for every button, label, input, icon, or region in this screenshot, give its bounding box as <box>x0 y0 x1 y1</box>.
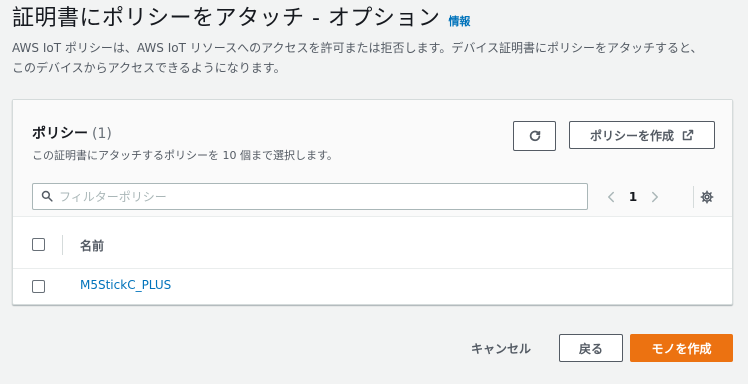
policies-card-header: ポリシー (1) この証明書にアタッチするポリシーを 10 個まで選択します。 ポ… <box>13 100 732 217</box>
info-link[interactable]: 情報 <box>448 13 470 29</box>
back-button[interactable]: 戻る <box>559 334 623 362</box>
create-thing-button[interactable]: モノを作成 <box>630 334 733 362</box>
refresh-button[interactable] <box>513 121 556 151</box>
chevron-right-icon <box>652 191 658 203</box>
description-line-2: このデバイスからアクセスできるようになります。 <box>12 61 286 75</box>
cancel-button[interactable]: キャンセル <box>460 334 542 362</box>
description-line-1: AWS IoT ポリシーは、AWS IoT リソースへのアクセスを許可または拒否… <box>12 41 703 55</box>
row-divider <box>13 268 732 269</box>
previous-page-button[interactable] <box>603 187 619 207</box>
policies-card: ポリシー (1) この証明書にアタッチするポリシーを 10 個まで選択します。 ポ… <box>12 99 733 305</box>
filter-policies-input[interactable] <box>59 184 587 209</box>
column-header-name: 名前 <box>80 239 105 253</box>
refresh-icon <box>528 128 542 145</box>
row-checkbox[interactable] <box>32 280 45 293</box>
policies-subtitle: この証明書にアタッチするポリシーを 10 個まで選択します。 <box>32 149 338 162</box>
policy-name-link[interactable]: M5StickC_PLUS <box>80 278 171 292</box>
page-title: 証明書にポリシーをアタッチ - オプション <box>12 6 441 31</box>
pagination: 1 <box>603 186 663 208</box>
column-divider <box>62 235 63 255</box>
chevron-left-icon <box>608 191 614 203</box>
page-header: 証明書にポリシーをアタッチ - オプション 情報 AWS IoT ポリシーは、A… <box>12 4 742 78</box>
title-row: 証明書にポリシーをアタッチ - オプション 情報 <box>12 4 742 34</box>
policies-title: ポリシー (1) <box>32 123 112 143</box>
search-icon <box>41 187 53 206</box>
page-number[interactable]: 1 <box>619 190 647 204</box>
create-policy-button[interactable]: ポリシーを作成 <box>569 121 715 149</box>
external-link-icon <box>682 129 694 141</box>
filter-search-box <box>32 183 588 210</box>
page-description: AWS IoT ポリシーは、AWS IoT リソースへのアクセスを許可または拒否… <box>12 38 742 78</box>
gear-icon <box>700 190 714 204</box>
settings-button[interactable] <box>697 187 717 207</box>
select-all-checkbox[interactable] <box>32 238 45 251</box>
next-page-button[interactable] <box>647 187 663 207</box>
page: 証明書にポリシーをアタッチ - オプション 情報 AWS IoT ポリシーは、A… <box>0 0 748 384</box>
create-policy-label: ポリシーを作成 <box>589 128 674 143</box>
pagination-divider <box>693 186 694 208</box>
policies-count: (1) <box>92 126 112 142</box>
policies-title-text: ポリシー <box>32 126 88 142</box>
